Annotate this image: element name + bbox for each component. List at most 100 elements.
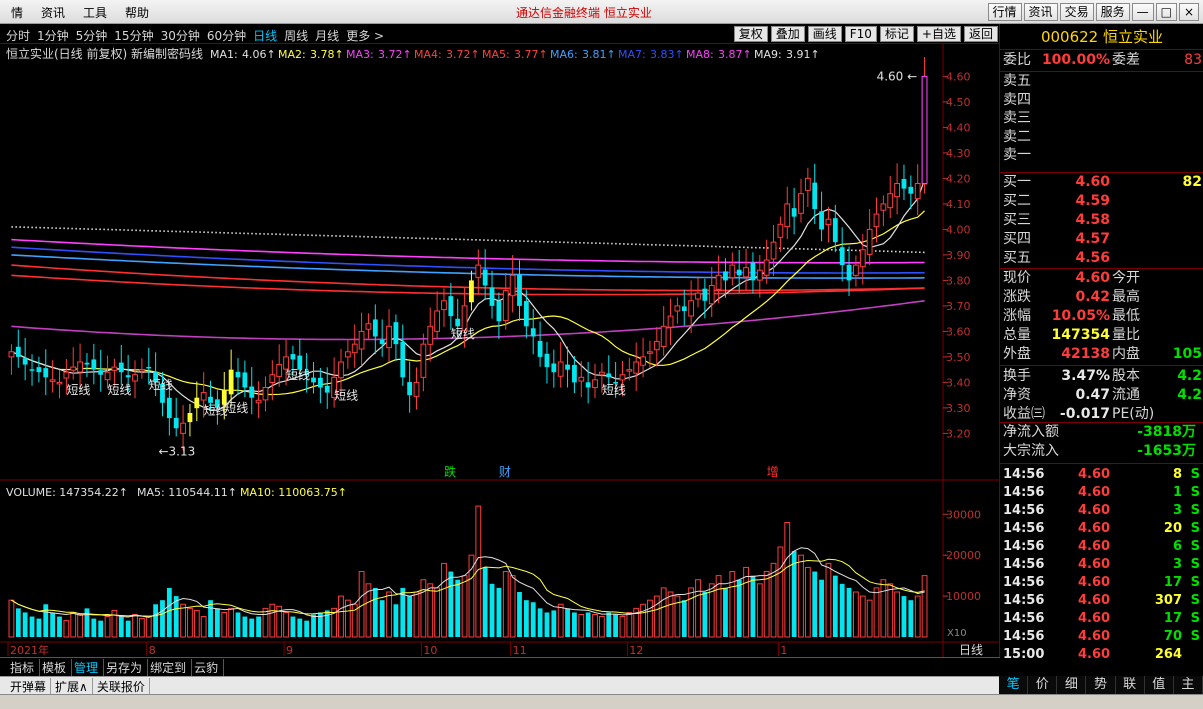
candle-body: [866, 228, 873, 255]
volume-bar: [743, 566, 749, 638]
indicator-tab[interactable]: 指标: [8, 659, 41, 676]
volume-bar: [592, 614, 598, 638]
volume-bar: [235, 612, 241, 637]
indicator-tab[interactable]: 模板: [40, 659, 73, 676]
candle-body: [825, 218, 832, 226]
chart-tool-button[interactable]: 复权: [733, 26, 768, 42]
candle-body: [400, 341, 406, 378]
candle-body: [434, 310, 441, 332]
quote-panel-tab[interactable]: 联: [1116, 676, 1145, 694]
chart-tool-button[interactable]: 标记: [879, 26, 914, 42]
maximize-button[interactable]: □: [1155, 3, 1177, 21]
stat-value: 4.60: [1075, 270, 1110, 286]
indicator-tab[interactable]: 另存为: [104, 659, 149, 676]
indicator-tab[interactable]: 管理: [72, 659, 105, 676]
chart-tool-button[interactable]: +自选: [916, 26, 961, 42]
trade-button[interactable]: 交易: [1059, 3, 1094, 21]
quote-panel-tab[interactable]: 笔: [999, 676, 1029, 694]
menu-item-news[interactable]: 资讯: [32, 4, 74, 21]
ma-legend-value: 3.87↑: [718, 48, 752, 61]
volume-label: VOLUME: 147354.22↑: [6, 486, 128, 499]
candle-body: [784, 203, 791, 228]
candle-body: [523, 300, 529, 327]
price-tick-label: 4.20: [946, 172, 971, 185]
buy-level-row[interactable]: 买三 4.58: [1000, 211, 1203, 230]
candle-body: [317, 377, 323, 388]
extension-tab[interactable]: 关联报价: [93, 678, 150, 695]
period-tab[interactable]: 60分钟: [207, 27, 246, 44]
candle-body: [914, 183, 921, 200]
ma-legend-value: 3.78↑: [310, 48, 344, 61]
news-button[interactable]: 资讯: [1023, 3, 1058, 21]
volume-bar: [63, 620, 70, 638]
volume-bar: [702, 592, 708, 637]
volume-bar: [249, 618, 255, 637]
volume-bar: [256, 616, 261, 637]
menu-item-tools[interactable]: 工具: [74, 4, 116, 21]
quote-panel-tab[interactable]: 势: [1086, 676, 1116, 694]
volume-bar: [660, 587, 667, 638]
price-tick-label: 3.90: [946, 249, 971, 262]
event-marker[interactable]: 财: [499, 465, 511, 479]
minimize-button[interactable]: —: [1131, 3, 1154, 21]
period-tab[interactable]: 分时: [6, 27, 30, 44]
period-tab[interactable]: 5分钟: [76, 27, 108, 44]
menu-item-quotes[interactable]: 情: [2, 4, 32, 21]
stat-value: 42138: [1061, 346, 1110, 362]
service-button[interactable]: 服务: [1095, 3, 1130, 21]
quote-panel-tab[interactable]: 主: [1174, 676, 1203, 694]
kline-chart[interactable]: 恒立实业(日线 前复权) 新编制密码线 MA1: 4.06↑ MA2: 3.78↑ MA3…: [0, 44, 999, 657]
quote-panel-tab[interactable]: 值: [1145, 676, 1174, 694]
volume-bar: [132, 614, 138, 638]
tick-trade-row: 14:56 4.60 17 S: [1000, 574, 1203, 592]
quote-panel-tab[interactable]: 价: [1028, 676, 1058, 694]
signal-annotation: 短线: [451, 327, 475, 341]
title-bar: 情 资讯 工具 帮助 通达信金融终端 恒立实业 行情 资讯 交易 服务 — □ …: [0, 0, 1203, 24]
volume-bar: [208, 600, 213, 637]
ma-legend-value: 3.72↑: [446, 48, 480, 61]
extension-tab[interactable]: 开弹幕: [6, 678, 52, 695]
volume-bar: [104, 616, 111, 638]
candle-body: [269, 374, 276, 383]
period-tab[interactable]: 30分钟: [161, 27, 200, 44]
buy-level-row[interactable]: 买五 4.56: [1000, 249, 1203, 268]
volume-bar: [853, 591, 859, 638]
period-tab[interactable]: 日线: [253, 27, 277, 44]
candle-body: [249, 386, 255, 398]
buy-level-row[interactable]: 买四 4.57: [1000, 230, 1203, 249]
chart-tool-button[interactable]: 画线: [807, 26, 842, 42]
indicator-tab[interactable]: 云豹: [192, 659, 225, 676]
buy-level-row[interactable]: 买二 4.59: [1000, 192, 1203, 211]
volume-bar: [57, 616, 62, 637]
extension-tab[interactable]: 扩展∧: [51, 678, 93, 695]
weicha-label: 委差: [1112, 52, 1140, 68]
menu-item-help[interactable]: 帮助: [116, 4, 158, 21]
period-tab[interactable]: 更多 >: [346, 27, 384, 44]
close-button[interactable]: ×: [1178, 3, 1199, 21]
chart-tool-button[interactable]: 叠加: [770, 26, 805, 42]
period-tab[interactable]: 周线: [284, 27, 308, 44]
tick-trade-row: 14:56 4.60 307 S: [1000, 592, 1203, 610]
buy-level-row[interactable]: 买一 4.60 82: [1000, 173, 1203, 192]
period-tab[interactable]: 15分钟: [114, 27, 153, 44]
chart-tool-button[interactable]: 返回: [963, 26, 998, 42]
chart-tool-button[interactable]: F10: [844, 26, 877, 42]
candle-body: [880, 203, 887, 211]
quotes-button[interactable]: 行情: [987, 3, 1022, 21]
candle-body: [750, 262, 756, 281]
event-marker[interactable]: 增: [767, 465, 779, 479]
ma-legend: MA1:: [210, 48, 238, 61]
trade-volume: 1: [1172, 485, 1182, 500]
quote-panel-tab[interactable]: 细: [1057, 676, 1087, 694]
event-marker[interactable]: 跌: [444, 464, 456, 479]
candle-body: [91, 359, 97, 370]
ma-legend: MA6:: [550, 48, 578, 61]
ma-legend-value: 3.77↑: [514, 48, 548, 61]
candle-body: [640, 356, 646, 366]
volume-bar: [427, 583, 434, 638]
volume-bar: [36, 618, 42, 637]
period-tab[interactable]: 1分钟: [37, 27, 69, 44]
candle-body: [132, 374, 138, 382]
indicator-tab[interactable]: 绑定到: [148, 659, 193, 676]
period-tab[interactable]: 月线: [315, 27, 339, 44]
